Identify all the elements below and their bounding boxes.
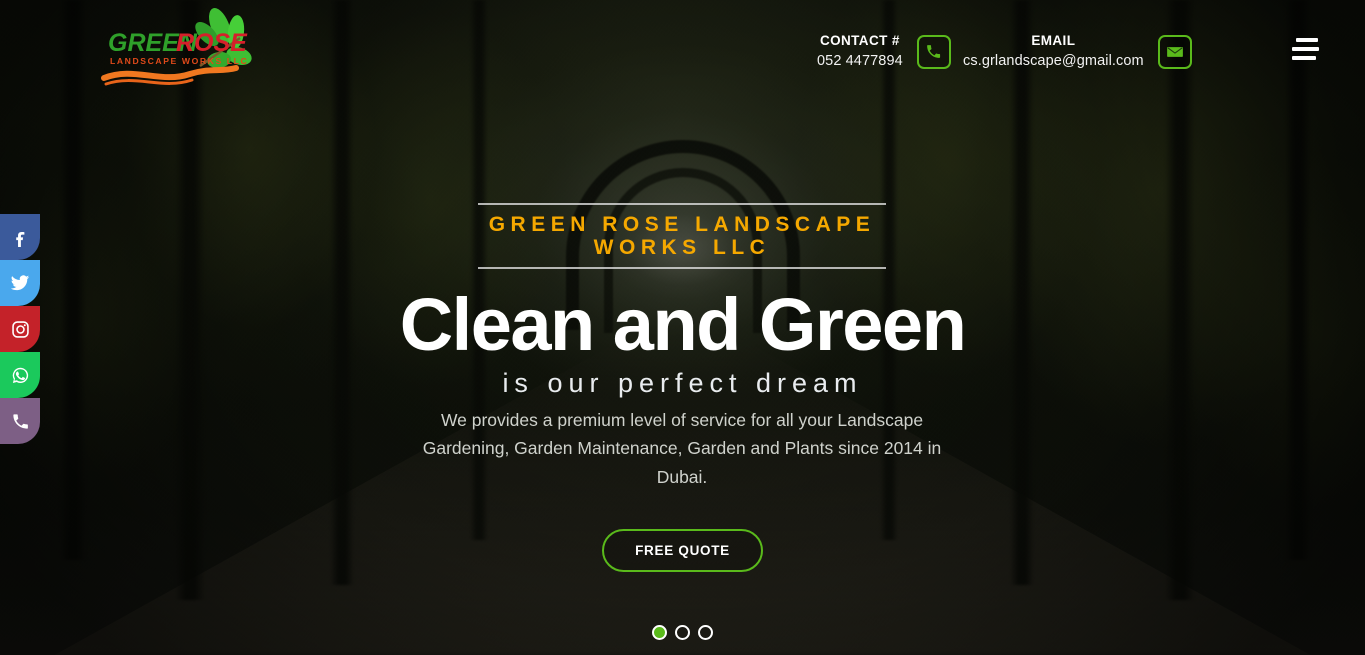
hero-eyebrow-block: GREEN ROSE LANDSCAPE WORKS LLC xyxy=(478,203,886,270)
contact-value: 052 4477894 xyxy=(817,52,903,69)
email-value: cs.grlandscape@gmail.com xyxy=(963,52,1144,69)
carousel-pagination xyxy=(0,625,1365,640)
logo-graphic: GREEN ROSE LANDSCAPE WORKS LLC xyxy=(101,8,252,86)
hamburger-bar-1 xyxy=(1296,38,1318,42)
logo-tagline: LANDSCAPE WORKS LLC xyxy=(110,56,248,66)
hero-cta-wrapper: FREE QUOTE xyxy=(0,529,1365,572)
envelope-icon xyxy=(1166,46,1183,57)
phone-icon xyxy=(12,413,28,429)
envelope-icon-box[interactable] xyxy=(1157,34,1192,69)
site-logo[interactable]: GREEN ROSE LANDSCAPE WORKS LLC xyxy=(100,8,260,92)
phone-icon-box[interactable] xyxy=(916,34,951,69)
social-sidebar xyxy=(0,214,40,444)
hamburger-bar-3 xyxy=(1292,56,1316,60)
header-email[interactable]: EMAIL cs.grlandscape@gmail.com xyxy=(963,33,1192,70)
social-link-whatsapp[interactable] xyxy=(0,352,40,398)
header-contact[interactable]: CONTACT # 052 4477894 xyxy=(817,33,951,70)
header-contact-text: CONTACT # 052 4477894 xyxy=(817,33,903,70)
contact-label: CONTACT # xyxy=(819,33,900,48)
eyebrow-rule-bottom xyxy=(478,267,886,270)
logo-swoosh-secondary xyxy=(104,78,194,86)
facebook-icon xyxy=(15,231,24,247)
logo-swoosh xyxy=(101,65,239,81)
hero-description: We provides a premium level of service f… xyxy=(422,410,942,487)
social-link-instagram[interactable] xyxy=(0,306,40,352)
social-link-facebook[interactable] xyxy=(0,214,40,260)
carousel-dot-3[interactable] xyxy=(698,625,713,640)
carousel-dot-2[interactable] xyxy=(675,625,690,640)
whatsapp-icon xyxy=(12,367,28,383)
logo-word-rose: ROSE xyxy=(176,29,248,57)
carousel-dot-1[interactable] xyxy=(652,625,667,640)
social-link-phone[interactable] xyxy=(0,398,40,444)
phone-icon xyxy=(927,45,941,58)
instagram-icon xyxy=(11,320,29,338)
hero-subheadline: is our perfect dream xyxy=(502,368,863,398)
hero-eyebrow: GREEN ROSE LANDSCAPE WORKS LLC xyxy=(488,213,876,259)
twitter-icon xyxy=(10,275,30,291)
hamburger-menu-icon[interactable] xyxy=(1292,38,1319,60)
hero-headline: Clean and Green xyxy=(399,283,967,366)
social-link-twitter[interactable] xyxy=(0,260,40,306)
hamburger-bar-2 xyxy=(1292,47,1319,51)
hero-section: GREEN ROSE LANDSCAPE WORKS LLC CONTACT #… xyxy=(0,0,1365,655)
email-label: EMAIL xyxy=(1031,33,1076,48)
site-header: GREEN ROSE LANDSCAPE WORKS LLC CONTACT #… xyxy=(0,0,1365,100)
free-quote-button[interactable]: FREE QUOTE xyxy=(602,529,763,572)
header-email-text: EMAIL cs.grlandscape@gmail.com xyxy=(963,33,1144,70)
